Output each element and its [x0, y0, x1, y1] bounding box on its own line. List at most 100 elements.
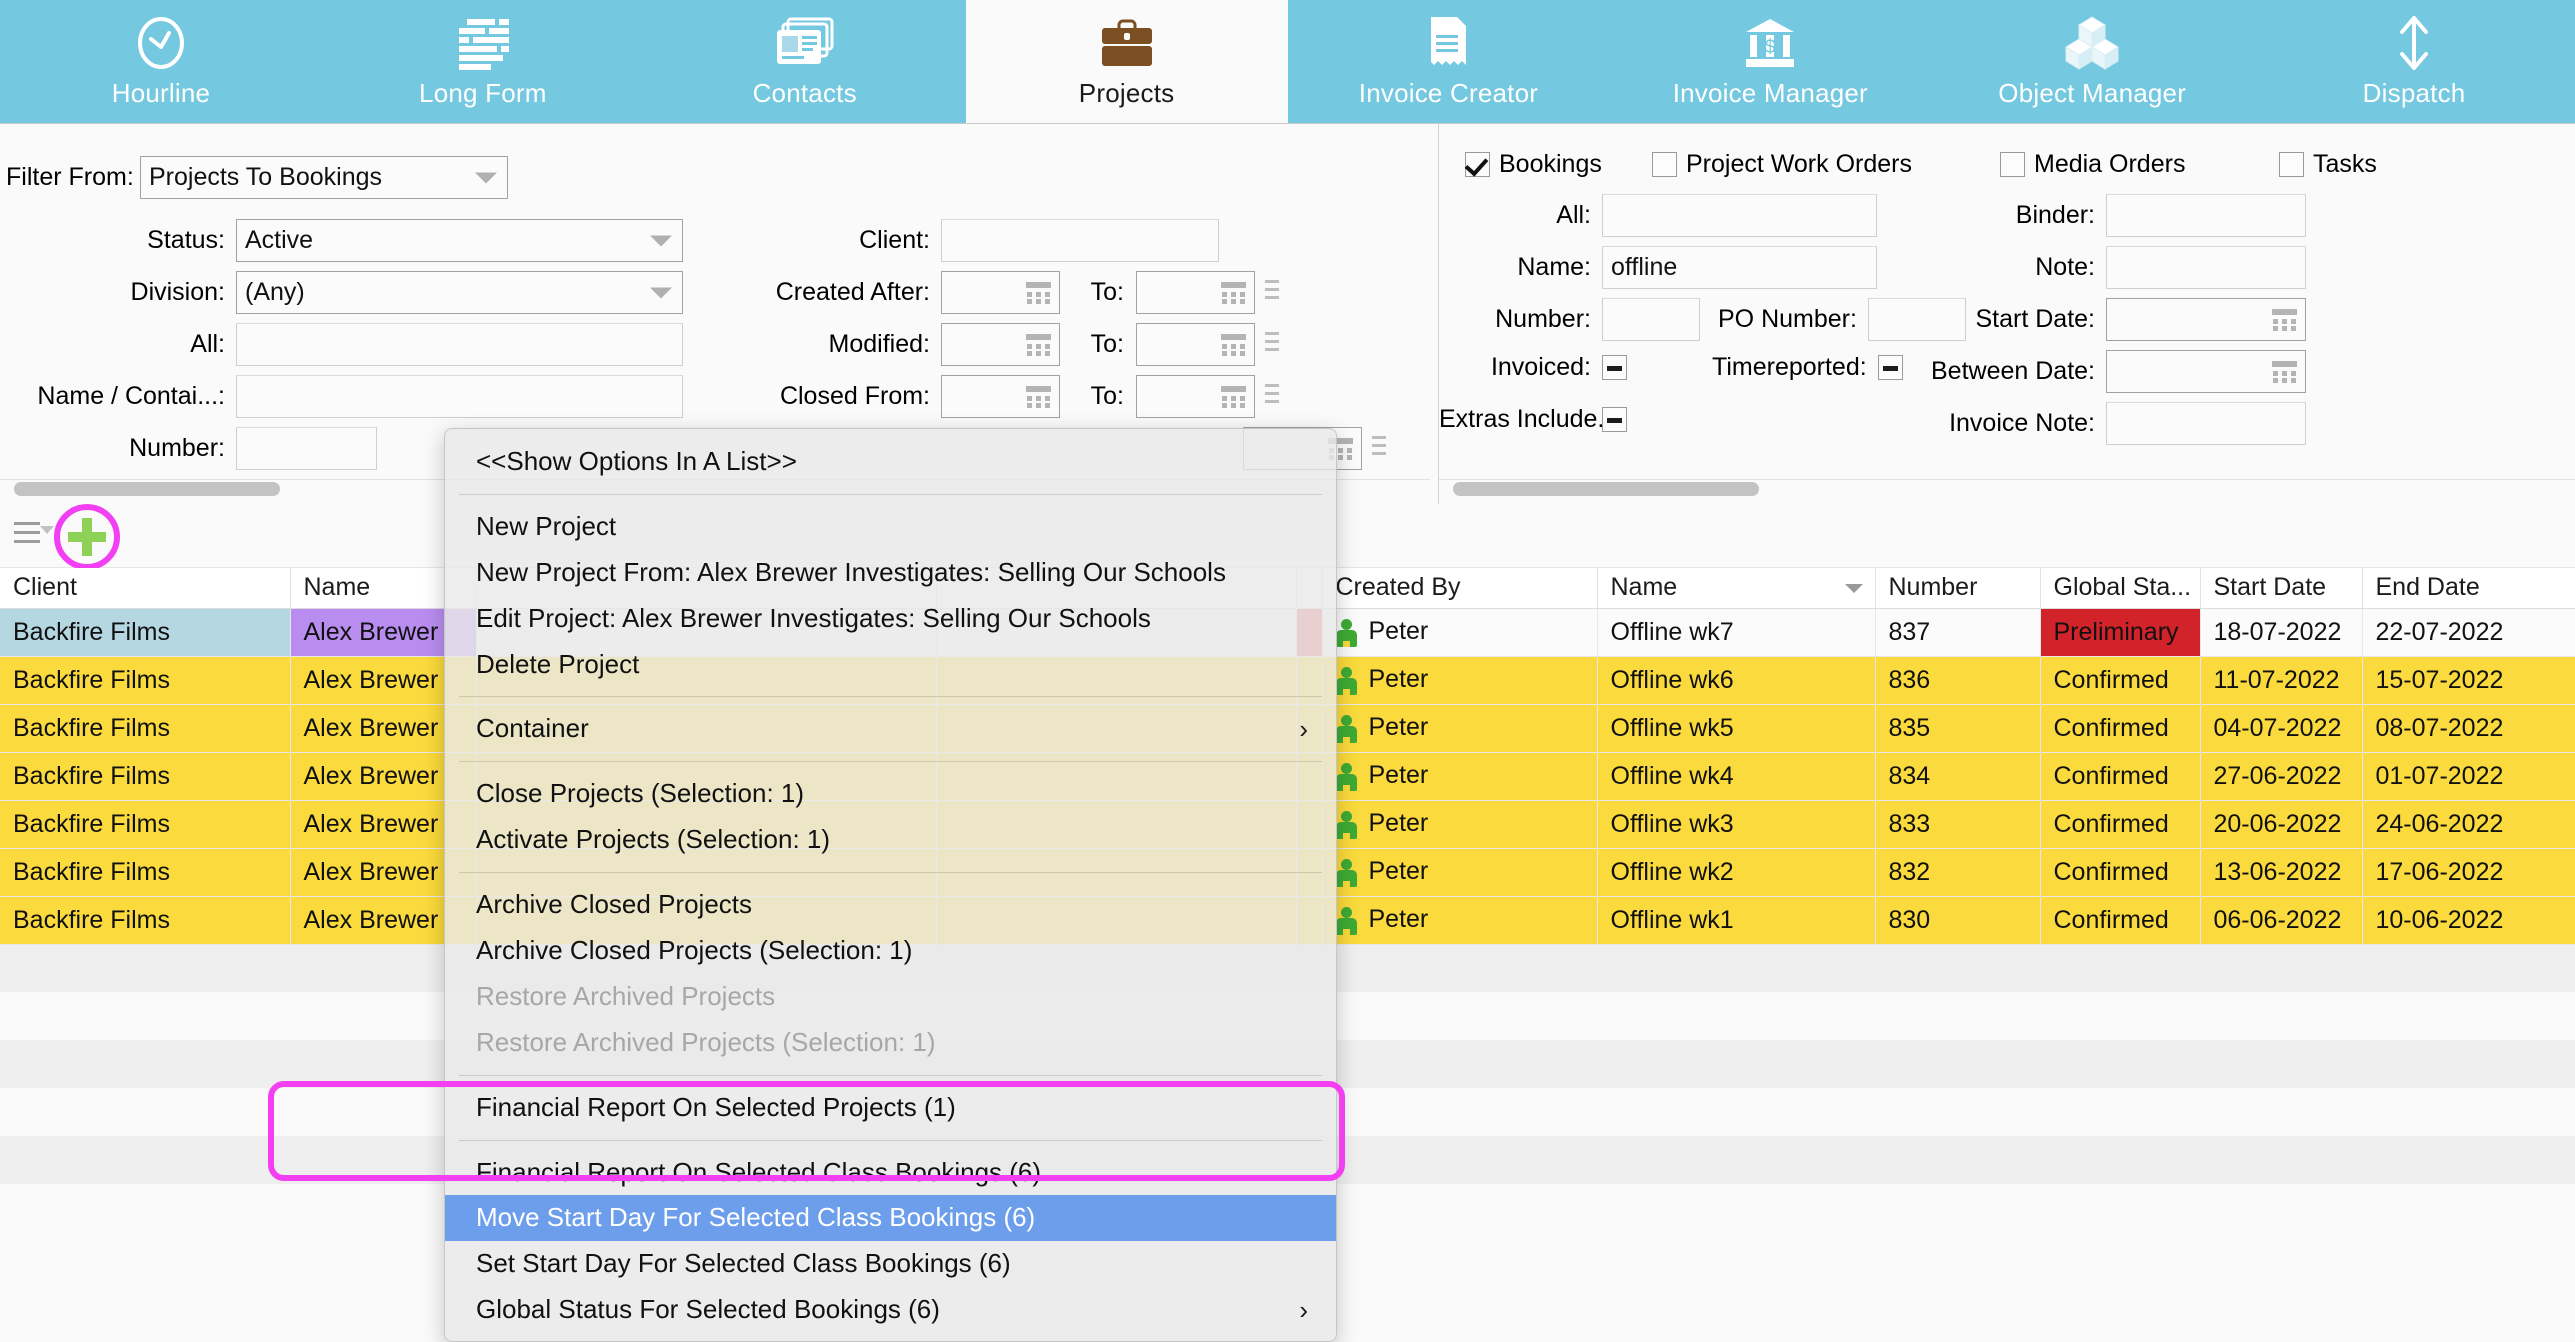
menu-item[interactable]: Financial Report On Selected Projects (1…: [445, 1085, 1336, 1131]
cell-end-date[interactable]: 01-07-2022: [2362, 752, 2575, 801]
cell-start-date[interactable]: 04-07-2022: [2200, 704, 2363, 753]
menu-item[interactable]: Delete Project: [445, 642, 1336, 688]
client-input[interactable]: [941, 219, 1219, 262]
column-header-status[interactable]: Global Sta...: [2040, 568, 2201, 609]
options-dots-icon[interactable]: [1372, 434, 1386, 464]
cell-end-date[interactable]: 10-06-2022: [2362, 896, 2575, 945]
division-select[interactable]: (Any): [236, 271, 683, 314]
modified-input[interactable]: [941, 323, 1060, 366]
tasks-checkbox[interactable]: [2279, 152, 2304, 177]
cell-created-by[interactable]: Peter: [1322, 800, 1598, 849]
cell-start-date[interactable]: 20-06-2022: [2200, 800, 2363, 849]
project-work-orders-checkbox-item[interactable]: Project Work Orders: [1652, 150, 1912, 179]
tasks-checkbox-item[interactable]: Tasks: [2279, 150, 2377, 179]
created-after-to-input[interactable]: [1136, 271, 1255, 314]
timereported-tristate-checkbox[interactable]: [1877, 355, 1903, 380]
all-input[interactable]: [236, 323, 683, 366]
cell-client[interactable]: Backfire Films: [0, 704, 291, 753]
list-menu-icon[interactable]: [14, 522, 54, 546]
cell-start-date[interactable]: 13-06-2022: [2200, 848, 2363, 897]
options-dots-icon[interactable]: [1265, 330, 1279, 360]
cell-start-date[interactable]: 18-07-2022: [2200, 608, 2363, 657]
media-orders-checkbox-item[interactable]: Media Orders: [2000, 150, 2185, 179]
filter-from-select[interactable]: Projects To Bookings: [140, 156, 508, 199]
cell-booking-name[interactable]: Offline wk3: [1597, 800, 1876, 849]
cell-created-by[interactable]: Peter: [1322, 848, 1598, 897]
tab-contacts[interactable]: Contacts: [644, 0, 966, 123]
cell-start-date[interactable]: 11-07-2022: [2200, 656, 2363, 705]
cell-client[interactable]: Backfire Films: [0, 848, 291, 897]
cell-number[interactable]: 835: [1875, 704, 2041, 753]
column-header-client[interactable]: Client: [0, 568, 291, 609]
cell-end-date[interactable]: 08-07-2022: [2362, 704, 2575, 753]
menu-item[interactable]: New Project From: Alex Brewer Investigat…: [445, 550, 1336, 596]
tab-hourline[interactable]: Hourline: [0, 0, 322, 123]
menu-item[interactable]: Edit Project: Alex Brewer Investigates: …: [445, 596, 1336, 642]
menu-item[interactable]: Archive Closed Projects (Selection: 1): [445, 928, 1336, 974]
number-input[interactable]: [236, 427, 377, 470]
booking-number-input[interactable]: [1602, 298, 1700, 341]
cell-booking-name[interactable]: Offline wk1: [1597, 896, 1876, 945]
bookings-checkbox-item[interactable]: Bookings: [1465, 150, 1602, 179]
cell-client[interactable]: Backfire Films: [0, 752, 291, 801]
cell-global-status[interactable]: Confirmed: [2040, 656, 2201, 705]
menu-item[interactable]: Activate Projects (Selection: 1): [445, 817, 1336, 863]
tab-dispatch[interactable]: Dispatch: [2253, 0, 2575, 123]
menu-item[interactable]: Set Start Day For Selected Class Booking…: [445, 1241, 1336, 1287]
booking-name-input[interactable]: offline: [1602, 246, 1877, 289]
cell-number[interactable]: 832: [1875, 848, 2041, 897]
tab-invoice-manager[interactable]: $ Invoice Manager: [1609, 0, 1931, 123]
column-header-number[interactable]: Number: [1875, 568, 2041, 609]
cell-global-status[interactable]: Confirmed: [2040, 896, 2201, 945]
right-hscrollbar-thumb[interactable]: [1453, 482, 1759, 496]
cell-client[interactable]: Backfire Films: [0, 896, 291, 945]
tab-object-manager[interactable]: Object Manager: [1931, 0, 2253, 123]
cell-number[interactable]: 830: [1875, 896, 2041, 945]
cell-created-by[interactable]: Peter: [1322, 896, 1598, 945]
tab-invoice-creator[interactable]: Invoice Creator: [1288, 0, 1610, 123]
cell-booking-name[interactable]: Offline wk7: [1597, 608, 1876, 657]
project-context-menu[interactable]: <<Show Options In A List>> New Project New…: [444, 428, 1337, 1342]
options-dots-icon[interactable]: [1265, 278, 1279, 308]
bookings-checkbox[interactable]: [1465, 152, 1490, 177]
invoice-note-input[interactable]: [2106, 402, 2306, 445]
extras-tristate-checkbox[interactable]: [1602, 407, 1627, 432]
binder-input[interactable]: [2106, 194, 2306, 237]
cell-global-status[interactable]: Confirmed: [2040, 848, 2201, 897]
media-orders-checkbox[interactable]: [2000, 152, 2025, 177]
column-header-start[interactable]: Start Date: [2200, 568, 2363, 609]
cell-client[interactable]: Backfire Films: [0, 608, 291, 657]
cell-client[interactable]: Backfire Films: [0, 656, 291, 705]
start-date-input[interactable]: [2106, 298, 2306, 341]
cell-global-status[interactable]: Confirmed: [2040, 752, 2201, 801]
options-dots-icon[interactable]: [1265, 382, 1279, 412]
created-after-input[interactable]: [941, 271, 1060, 314]
cell-booking-name[interactable]: Offline wk5: [1597, 704, 1876, 753]
name-container-input[interactable]: [236, 375, 683, 418]
cell-booking-name[interactable]: Offline wk2: [1597, 848, 1876, 897]
cell-global-status[interactable]: Confirmed: [2040, 704, 2201, 753]
menu-item[interactable]: Container ›: [445, 706, 1336, 752]
tab-long-form[interactable]: Long Form: [322, 0, 644, 123]
tab-projects[interactable]: Projects: [965, 0, 1288, 123]
add-project-button[interactable]: [64, 514, 110, 560]
closed-from-input[interactable]: [941, 375, 1060, 418]
left-hscrollbar-thumb[interactable]: [14, 482, 280, 496]
menu-item[interactable]: New Project: [445, 504, 1336, 550]
column-header-bname[interactable]: Name: [1597, 568, 1876, 609]
cell-created-by[interactable]: Peter: [1322, 752, 1598, 801]
cell-number[interactable]: 834: [1875, 752, 2041, 801]
column-header-created_by[interactable]: Created By: [1322, 568, 1598, 609]
project-work-orders-checkbox[interactable]: [1652, 152, 1677, 177]
cell-client[interactable]: Backfire Films: [0, 800, 291, 849]
menu-item[interactable]: Global Status For Selected Bookings (6) ›: [445, 1287, 1336, 1333]
cell-booking-name[interactable]: Offline wk6: [1597, 656, 1876, 705]
menu-item[interactable]: Close Projects (Selection: 1): [445, 771, 1336, 817]
menu-item[interactable]: <<Show Options In A List>>: [445, 439, 1336, 485]
cell-number[interactable]: 833: [1875, 800, 2041, 849]
closed-from-to-input[interactable]: [1136, 375, 1255, 418]
cell-end-date[interactable]: 17-06-2022: [2362, 848, 2575, 897]
menu-item[interactable]: Archive Closed Projects: [445, 882, 1336, 928]
booking-all-input[interactable]: [1602, 194, 1877, 237]
cell-created-by[interactable]: Peter: [1322, 656, 1598, 705]
